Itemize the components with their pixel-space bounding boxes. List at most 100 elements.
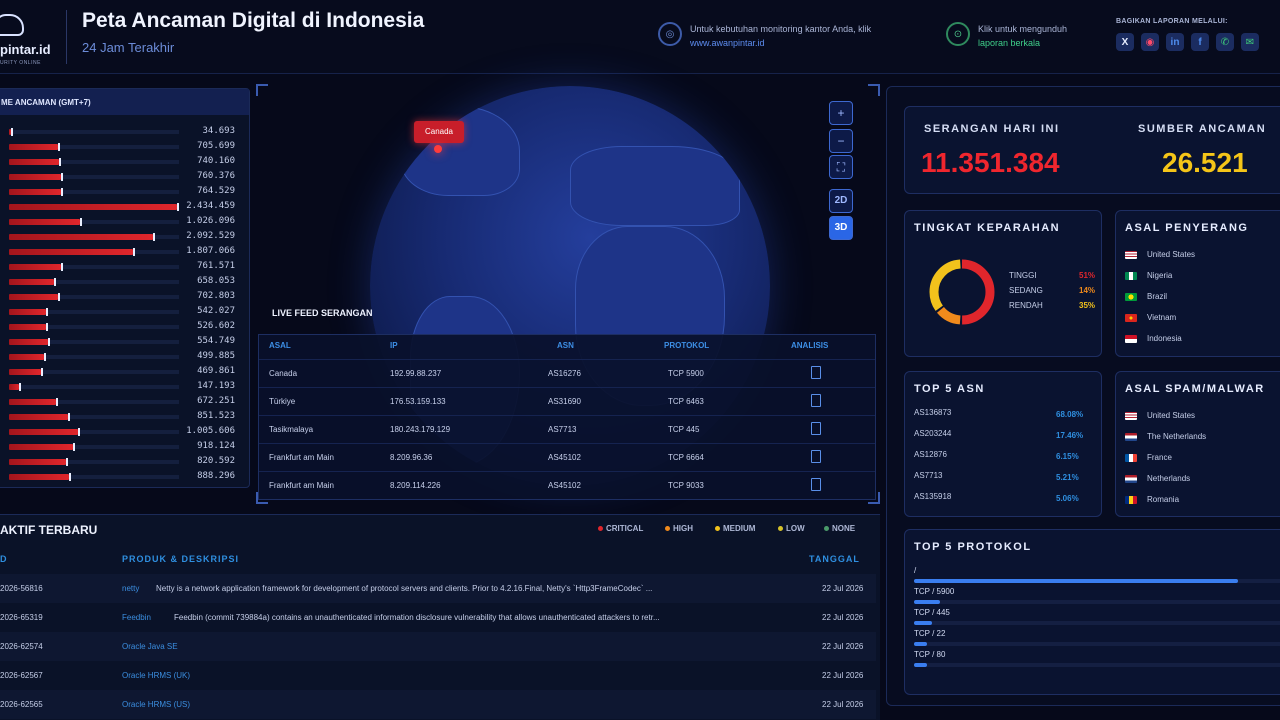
- cve-id: 2026-62574: [0, 642, 43, 651]
- page-title: Peta Ancaman Digital di Indonesia: [82, 9, 425, 32]
- cve-product[interactable]: netty: [122, 584, 139, 593]
- protocol-row: /82: [914, 566, 1280, 587]
- asn-row: AS7713 5.21%: [914, 471, 1094, 492]
- threat-sources-value: 26.521: [1162, 147, 1248, 178]
- analysis-doc-icon[interactable]: [811, 450, 821, 463]
- legend-label: NONE: [832, 524, 856, 533]
- protocol-bar: [914, 621, 933, 625]
- timeline-bar: [9, 189, 62, 195]
- timeline-bar: [9, 369, 41, 375]
- cve-row[interactable]: 2026-65319 Feedbin Feedbin (commit 739884a…: [0, 603, 876, 632]
- bar-end-marker: [79, 218, 82, 226]
- timeline-value: 760.376: [197, 171, 235, 181]
- attack-marker-label[interactable]: Canada: [414, 121, 464, 143]
- timeline-value: 672.251: [197, 396, 235, 406]
- feed-ip: 180.243.179.129: [390, 425, 451, 434]
- asn-percent: 5.06%: [1056, 494, 1079, 503]
- stats-column: SERANGAN HARI INI 11.351.384 SUMBER ANCA…: [886, 86, 1280, 706]
- timeline-bar: [9, 264, 62, 270]
- timeline-bar: [9, 384, 20, 390]
- timeline-row: 147.193: [1, 380, 235, 395]
- severity-donut-chart: [929, 259, 995, 325]
- asn-row: AS203244 17.46%: [914, 429, 1094, 450]
- protocol-track: [914, 642, 1280, 646]
- bar-end-marker: [67, 413, 70, 421]
- legend-dot: [665, 526, 670, 531]
- asn-name: AS12876: [914, 450, 947, 459]
- feed-asn: AS16276: [548, 369, 581, 378]
- feed-row[interactable]: Tasikmalaya 180.243.179.129 AS7713 TCP 445: [259, 415, 875, 442]
- attack-marker-pin[interactable]: [434, 145, 442, 153]
- feed-origin: Tasikmalaya: [269, 425, 314, 434]
- asn-name: AS136873: [914, 408, 952, 417]
- flag-fr-icon: [1125, 454, 1137, 462]
- view-2d-button[interactable]: 2D: [829, 189, 853, 213]
- timeline-row: 740.160: [1, 155, 235, 170]
- timeline-bar: [9, 234, 154, 240]
- report-link[interactable]: laporan berkala: [978, 36, 1067, 50]
- timeline-bar: [9, 249, 134, 255]
- cve-date: 22 Jul 2026: [822, 642, 864, 651]
- feed-row[interactable]: Frankfurt am Main 8.209.114.226 AS45102 TCP…: [259, 471, 875, 498]
- live-feed-table: ASAL IP ASN PROTOKOL ANALISIS Canada 192.…: [258, 334, 876, 500]
- bar-end-marker: [45, 308, 48, 316]
- telegram-icon[interactable]: ✉: [1241, 33, 1259, 51]
- cve-product[interactable]: Oracle HRMS (UK): [122, 671, 190, 680]
- monitoring-info[interactable]: ◎ Untuk kebutuhan monitoring kantor Anda…: [658, 22, 871, 50]
- cve-row[interactable]: 2026-56816 netty Netty is a network applic…: [0, 574, 876, 603]
- timeline-bar: [9, 399, 57, 405]
- timeline-row: 672.251: [1, 395, 235, 410]
- country-name: Netherlands: [1147, 474, 1191, 483]
- x-icon[interactable]: X: [1116, 33, 1134, 51]
- spam-row: Romania6: [1125, 493, 1280, 514]
- zoom-in-button[interactable]: +: [829, 101, 853, 125]
- protocol-track: [914, 621, 1280, 625]
- asn-row: AS135918 5.06%: [914, 492, 1094, 513]
- feed-row[interactable]: Frankfurt am Main 8.209.96.36 AS45102 TCP 6…: [259, 443, 875, 470]
- bar-end-marker: [61, 173, 64, 181]
- whatsapp-icon[interactable]: ✆: [1216, 33, 1234, 51]
- country-name: Brazil: [1147, 292, 1168, 301]
- cve-product[interactable]: Oracle Java SE: [122, 642, 178, 651]
- feed-protocol: TCP 445: [668, 425, 700, 434]
- analysis-doc-icon[interactable]: [811, 422, 821, 435]
- severity-row: RENDAH 35%: [1009, 301, 1095, 310]
- analysis-doc-icon[interactable]: [811, 478, 821, 491]
- fullscreen-button[interactable]: ⛶: [829, 155, 853, 179]
- feed-row[interactable]: Türkiye 176.53.159.133 AS31690 TCP 6463: [259, 387, 875, 414]
- monitoring-link[interactable]: www.awanpintar.id: [690, 36, 871, 50]
- asn-percent: 17.46%: [1056, 431, 1084, 440]
- view-3d-button[interactable]: 3D: [829, 216, 853, 240]
- timeline-bar: [9, 474, 70, 480]
- country-name: Romania: [1147, 495, 1180, 504]
- monitor-icon: ◎: [658, 22, 682, 46]
- attacks-today-label: SERANGAN HARI INI: [924, 123, 1060, 135]
- report-info[interactable]: ⊙ Klik untuk mengunduh laporan berkala: [946, 22, 1067, 50]
- bar-end-marker: [59, 158, 62, 166]
- bar-end-marker: [45, 323, 48, 331]
- frame-corner: [256, 84, 268, 96]
- timeline-value: 1.026.096: [186, 216, 235, 226]
- protocol-bar: [914, 642, 927, 646]
- analysis-doc-icon[interactable]: [811, 394, 821, 407]
- linkedin-icon[interactable]: in: [1166, 33, 1184, 51]
- protocol-name: TCP / 445: [914, 608, 950, 617]
- timeline-row: 542.027: [1, 305, 235, 320]
- feed-row[interactable]: Canada 192.99.88.237 AS16276 TCP 5900: [259, 359, 875, 386]
- logo[interactable]: pintar.id URITY ONLINE: [0, 8, 62, 68]
- facebook-icon[interactable]: f: [1191, 33, 1209, 51]
- protocol-bar: [914, 579, 1238, 583]
- cve-product[interactable]: Feedbin: [122, 613, 151, 622]
- cve-product[interactable]: Oracle HRMS (US): [122, 700, 190, 709]
- cve-header-id: D: [0, 554, 8, 564]
- attackers-row: United States41: [1125, 248, 1280, 269]
- severity-row: SEDANG 14%: [1009, 286, 1095, 295]
- cve-row[interactable]: 2026-62565 Oracle HRMS (US) 22 Jul 2026: [0, 690, 876, 719]
- cve-row[interactable]: 2026-62574 Oracle Java SE 22 Jul 2026: [0, 632, 876, 661]
- cve-row[interactable]: 2026-62567 Oracle HRMS (UK) 22 Jul 2026: [0, 661, 876, 690]
- timeline-bar: [9, 339, 48, 345]
- bar-track: [9, 130, 179, 134]
- analysis-doc-icon[interactable]: [811, 366, 821, 379]
- instagram-icon[interactable]: ◉: [1141, 33, 1159, 51]
- zoom-out-button[interactable]: −: [829, 129, 853, 153]
